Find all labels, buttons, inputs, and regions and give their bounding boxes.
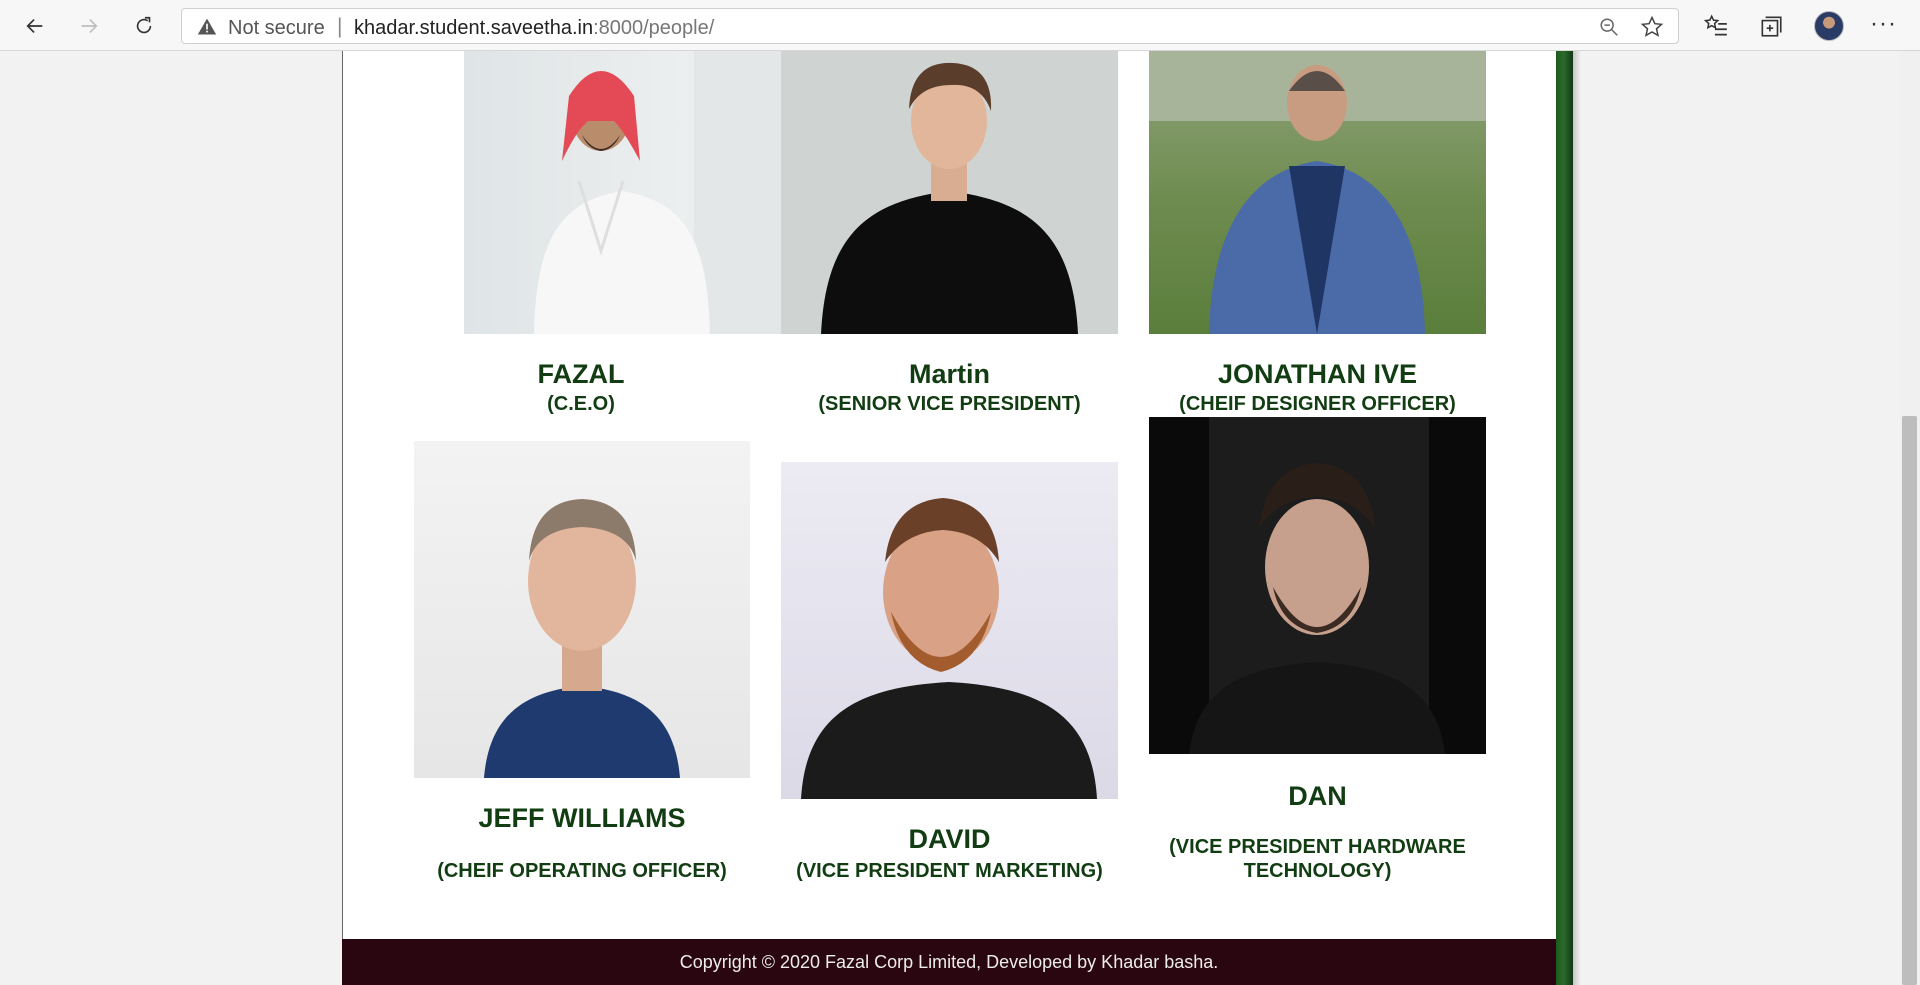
person-name: JONATHAN IVE xyxy=(1217,359,1418,389)
zoom-icon[interactable] xyxy=(1598,16,1620,38)
favorite-star-icon[interactable] xyxy=(1640,15,1664,39)
favorites-list-icon[interactable] xyxy=(1703,13,1729,39)
collections-icon[interactable] xyxy=(1758,13,1784,39)
warning-icon[interactable] xyxy=(197,17,217,37)
photo-david xyxy=(781,462,1118,799)
profile-avatar[interactable] xyxy=(1814,11,1844,41)
address-separator: | xyxy=(337,15,343,38)
photo-jeff-williams xyxy=(414,441,750,778)
person-role: (VICE PRESIDENT HARDWARE TECHNOLOGY) xyxy=(1169,836,1466,882)
photo-jonathan-ive xyxy=(1149,51,1486,334)
back-icon[interactable] xyxy=(17,8,53,44)
person-role: (SENIOR VICE PRESIDENT) xyxy=(818,393,1081,415)
site-footer: Copyright © 2020 Fazal Corp Limited, Dev… xyxy=(342,939,1556,985)
side-shadow xyxy=(1573,51,1581,985)
photo-dan xyxy=(1149,417,1486,754)
scrollbar-thumb[interactable] xyxy=(1902,416,1917,985)
photo-martin xyxy=(781,51,1118,334)
person-name: Martin xyxy=(909,359,990,389)
person-role: (C.E.O) xyxy=(547,393,615,415)
more-icon[interactable]: ··· xyxy=(1870,10,1897,38)
address-bar[interactable]: Not secure | khadar.student.saveetha.in:… xyxy=(181,8,1679,44)
footer-copyright: Copyright © 2020 Fazal Corp Limited, Dev… xyxy=(679,951,1219,972)
browser-toolbar: Not secure | khadar.student.saveetha.in:… xyxy=(0,0,1920,51)
forward-icon[interactable] xyxy=(71,8,107,44)
side-decoration-bar xyxy=(1556,51,1573,985)
person-name: DAN xyxy=(1288,781,1347,811)
page-viewport: FAZAL (C.E.O) Martin (SENIOR VICE PRESID… xyxy=(0,51,1900,985)
url-text[interactable]: khadar.student.saveetha.in:8000/people/ xyxy=(354,17,714,40)
security-label[interactable]: Not secure xyxy=(228,17,325,40)
person-name: DAVID xyxy=(908,824,991,854)
refresh-icon[interactable] xyxy=(126,8,162,44)
photo-fazal xyxy=(464,51,781,334)
person-role: (CHEIF DESIGNER OFFICER) xyxy=(1179,393,1456,415)
person-role: (VICE PRESIDENT MARKETING) xyxy=(796,860,1103,882)
person-name: FAZAL xyxy=(537,359,625,389)
person-name: JEFF WILLIAMS xyxy=(478,803,686,833)
person-role: (CHEIF OPERATING OFFICER) xyxy=(437,860,727,882)
